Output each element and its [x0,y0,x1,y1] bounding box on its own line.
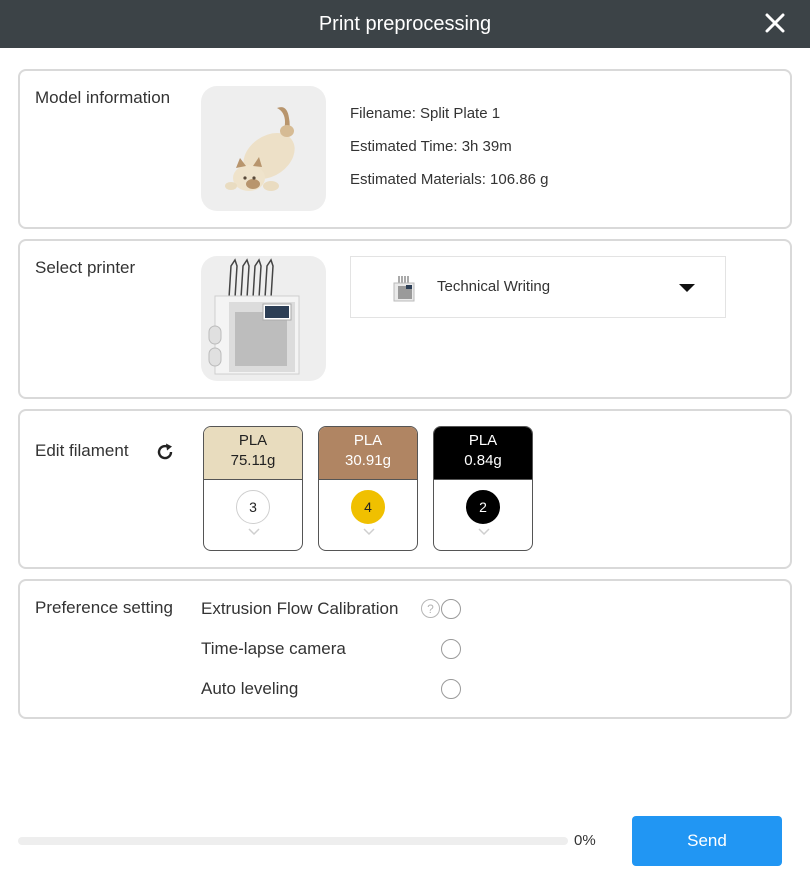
edit-filament-card: Edit filament PLA 75.11g 3 PLA 30.91g 4 … [18,409,792,569]
auto-leveling-toggle[interactable] [441,679,461,699]
model-estimated-materials: Estimated Materials: 106.86 g [350,171,549,188]
filament-slot-card[interactable]: PLA 75.11g 3 [203,426,303,551]
ams-slot-badge: 2 [466,490,500,524]
chevron-down-icon [248,528,260,536]
selected-printer-name: Technical Writing [437,278,551,295]
dialog-title: Print preprocessing [318,12,492,35]
printer-thumbnail [201,256,326,381]
select-printer-card: Select printer Technical Writing [18,239,792,399]
progress-percent-label: 0% [574,832,596,849]
chevron-down-icon [363,528,375,536]
close-icon[interactable] [762,10,788,36]
help-icon[interactable]: ? [421,599,440,618]
dialog-titlebar: Print preprocessing [0,0,810,48]
auto-leveling-label: Auto leveling [201,679,299,698]
model-estimated-time: Estimated Time: 3h 39m [350,138,512,155]
refresh-icon[interactable] [155,442,175,462]
preference-setting-card: Preference setting Extrusion Flow Calibr… [18,579,792,719]
ams-slot-badge: 3 [236,490,270,524]
model-information-card: Model information Filename: Split Plate … [18,69,792,229]
filament-type: PLA [353,432,383,449]
send-progress-bar [18,837,568,845]
model-filename: Filename: Split Plate 1 [350,105,501,122]
filament-header: PLA 30.91g [319,427,417,480]
caret-down-icon [679,284,695,292]
model-information-label: Model information [35,88,171,107]
printer-dropdown[interactable]: Technical Writing [350,256,726,318]
filament-weight: 75.11g [230,452,276,469]
model-thumbnail [201,86,326,211]
extrusion-flow-calibration-label: Extrusion Flow Calibration [201,599,399,618]
chevron-down-icon [478,528,490,536]
filament-type: PLA [238,432,268,449]
filament-header: PLA 75.11g [204,427,302,480]
extrusion-flow-calibration-toggle[interactable] [441,599,461,619]
filament-weight: 0.84g [464,452,502,469]
time-lapse-camera-label: Time-lapse camera [201,639,346,658]
time-lapse-camera-toggle[interactable] [441,639,461,659]
select-printer-label: Select printer [35,258,136,277]
send-button[interactable]: Send [632,816,782,866]
filament-type: PLA [468,432,498,449]
filament-header: PLA 0.84g [434,427,532,480]
printer-icon [391,274,417,302]
preference-setting-label: Preference setting [35,598,173,617]
filament-slot-card[interactable]: PLA 0.84g 2 [433,426,533,551]
edit-filament-label: Edit filament [35,441,129,460]
filament-weight: 30.91g [345,452,391,469]
filament-slot-card[interactable]: PLA 30.91g 4 [318,426,418,551]
ams-slot-badge: 4 [351,490,385,524]
